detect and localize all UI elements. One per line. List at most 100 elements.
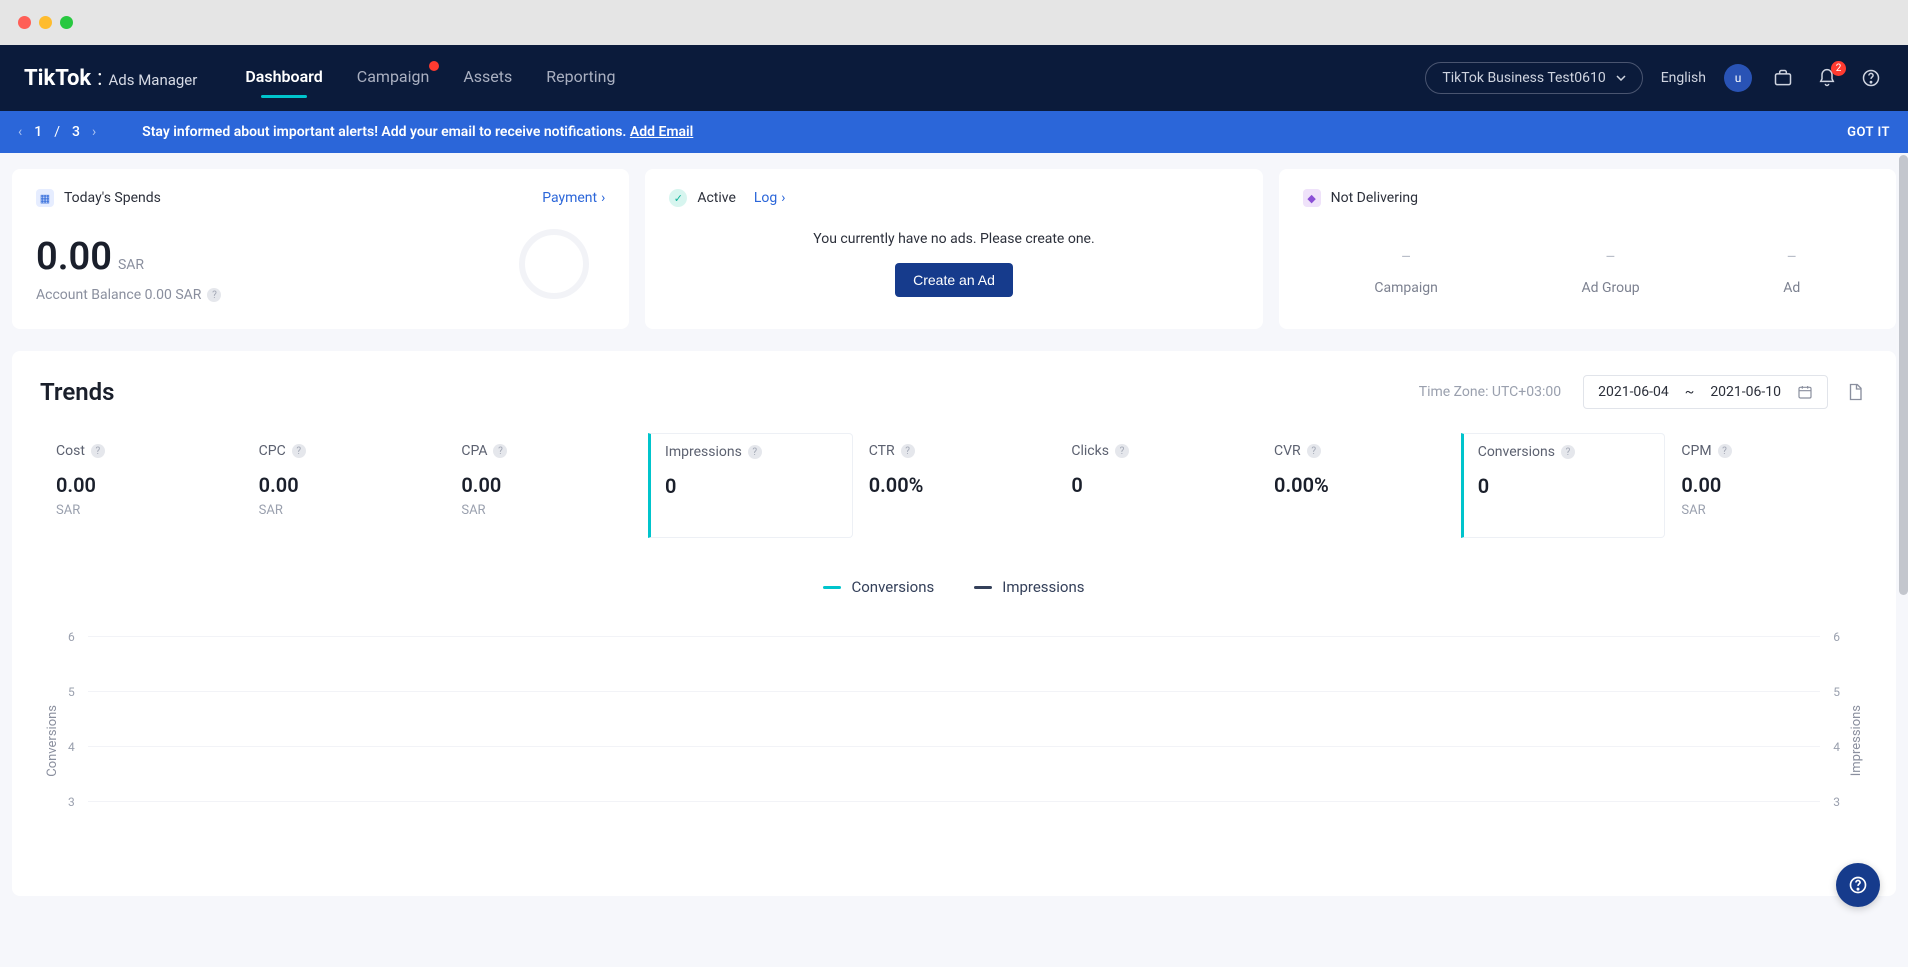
metric-value: 0 — [665, 474, 838, 498]
nav-reporting[interactable]: Reporting — [546, 67, 615, 90]
metrics-row: Cost?0.00SARCPC?0.00SARCPA?0.00SARImpres… — [40, 433, 1868, 538]
help-fab[interactable] — [1836, 863, 1880, 907]
brand-sub: Ads Manager — [108, 71, 197, 89]
metric-label: CPM — [1681, 443, 1711, 459]
alert-sep: / — [54, 124, 60, 140]
legend-a-label: Conversions — [851, 578, 934, 596]
account-selector[interactable]: TikTok Business Test0610 — [1425, 62, 1642, 94]
alert-link[interactable]: Add Email — [630, 124, 693, 140]
metric-help-icon[interactable]: ? — [292, 444, 306, 458]
dash-icon: – — [1374, 247, 1437, 266]
briefcase-icon[interactable] — [1770, 65, 1796, 91]
not-delivering-title: Not Delivering — [1331, 190, 1418, 206]
alert-bar: ‹ 1 / 3 › Stay informed about important … — [0, 111, 1908, 153]
spend-title: Today's Spends — [64, 190, 161, 206]
metric-label: CPC — [259, 443, 286, 459]
gridline: 44 — [88, 746, 1820, 747]
dash-icon: – — [1783, 247, 1800, 266]
metric-label: CTR — [869, 443, 895, 459]
maximize-window-dot[interactable] — [60, 16, 73, 29]
metric-help-icon[interactable]: ? — [748, 445, 762, 459]
chevron-right-icon: › — [781, 190, 785, 206]
metric-value: 0.00% — [1274, 473, 1447, 497]
timezone-label: Time Zone: UTC+03:00 — [1419, 384, 1561, 400]
metric-value: 0.00 — [461, 473, 634, 497]
chart-wrap: Conversions 66554433 Impressions — [40, 626, 1868, 856]
legend-b-label: Impressions — [1002, 578, 1084, 596]
create-ad-button[interactable]: Create an Ad — [895, 263, 1013, 297]
brand-logo: TikTok: Ads Manager — [24, 66, 197, 91]
metric-help-icon[interactable]: ? — [1115, 444, 1129, 458]
date-range-picker[interactable]: 2021-06-04 ~ 2021-06-10 — [1583, 375, 1828, 409]
alert-prev-icon[interactable]: ‹ — [18, 124, 22, 140]
alert-msg: Stay informed about important alerts! Ad… — [142, 124, 630, 140]
export-button[interactable] — [1842, 379, 1868, 405]
tick-left: 5 — [68, 685, 75, 699]
spend-card: ▦ Today's Spends Payment › 0.00SAR Accou… — [12, 169, 629, 329]
nav-campaign[interactable]: Campaign — [357, 67, 430, 90]
minimize-window-dot[interactable] — [39, 16, 52, 29]
metric-help-icon[interactable]: ? — [91, 444, 105, 458]
metric-value: 0 — [1478, 474, 1651, 498]
trends-title: Trends — [40, 378, 115, 406]
active-icon: ✓ — [669, 189, 687, 207]
metric-cpm[interactable]: CPM?0.00SAR — [1665, 433, 1868, 538]
help-icon[interactable] — [1858, 65, 1884, 91]
metric-clicks[interactable]: Clicks?0 — [1055, 433, 1258, 538]
metric-impressions[interactable]: Impressions?0 — [648, 433, 853, 538]
deliv-adgroup-label: Ad Group — [1581, 280, 1639, 296]
alert-gotit-button[interactable]: GOT IT — [1847, 125, 1890, 140]
metric-label: CVR — [1274, 443, 1301, 459]
balance-text: Account Balance 0.00 SAR — [36, 287, 201, 303]
date-to: 2021-06-10 — [1710, 384, 1781, 400]
brand-name: TikTok — [24, 66, 91, 91]
date-from: 2021-06-04 — [1598, 384, 1669, 400]
not-delivering-row: – Campaign – Ad Group – Ad — [1303, 247, 1872, 296]
log-link[interactable]: Log › — [754, 190, 786, 206]
balance-help-icon[interactable]: ? — [207, 288, 221, 302]
metric-cpa[interactable]: CPA?0.00SAR — [445, 433, 648, 538]
deliv-adgroup: – Ad Group — [1581, 247, 1639, 296]
metric-help-icon[interactable]: ? — [1718, 444, 1732, 458]
tick-right: 4 — [1833, 740, 1840, 754]
metric-help-icon[interactable]: ? — [1307, 444, 1321, 458]
payment-link[interactable]: Payment › — [542, 190, 605, 206]
trends-head: Trends Time Zone: UTC+03:00 2021-06-04 ~… — [40, 375, 1868, 409]
metric-ctr[interactable]: CTR?0.00% — [853, 433, 1056, 538]
not-delivering-icon: ◆ — [1303, 189, 1321, 207]
deliv-campaign: – Campaign — [1374, 247, 1437, 296]
y-axis-left-label: Conversions — [40, 626, 64, 856]
account-balance: Account Balance 0.00 SAR ? — [36, 287, 605, 303]
metric-help-icon[interactable]: ? — [493, 444, 507, 458]
nav-campaign-label: Campaign — [357, 67, 430, 86]
y-axis-right-label: Impressions — [1844, 626, 1868, 856]
tick-right: 5 — [1833, 685, 1840, 699]
metric-help-icon[interactable]: ? — [901, 444, 915, 458]
legend-conversions[interactable]: Conversions — [823, 578, 934, 596]
gridline: 33 — [88, 801, 1820, 802]
metric-cvr[interactable]: CVR? 0.00% — [1258, 433, 1461, 538]
close-window-dot[interactable] — [18, 16, 31, 29]
metric-help-icon[interactable]: ? — [1561, 445, 1575, 459]
bell-icon[interactable]: 2 — [1814, 65, 1840, 91]
top-nav: TikTok: Ads Manager Dashboard Campaign A… — [0, 45, 1908, 111]
chevron-down-icon — [1616, 75, 1626, 81]
date-sep: ~ — [1685, 384, 1695, 400]
language-selector[interactable]: English — [1661, 70, 1706, 86]
scrollbar[interactable] — [1899, 155, 1908, 595]
avatar[interactable]: u — [1724, 64, 1752, 92]
metric-label: CPA — [461, 443, 487, 459]
metric-cpc[interactable]: CPC?0.00SAR — [243, 433, 446, 538]
alert-cur: 1 — [34, 124, 42, 140]
legend-impressions[interactable]: Impressions — [974, 578, 1084, 596]
nav-dashboard[interactable]: Dashboard — [245, 67, 322, 90]
metric-cost[interactable]: Cost?0.00SAR — [40, 433, 243, 538]
bell-badge: 2 — [1831, 61, 1846, 76]
chart-area: 66554433 — [64, 626, 1844, 856]
metric-conversions[interactable]: Conversions?0 — [1461, 433, 1666, 538]
spend-icon: ▦ — [36, 189, 54, 207]
metric-value: 0.00 — [56, 473, 229, 497]
calendar-icon — [1797, 384, 1813, 400]
nav-assets[interactable]: Assets — [463, 67, 512, 90]
alert-next-icon[interactable]: › — [92, 124, 96, 140]
